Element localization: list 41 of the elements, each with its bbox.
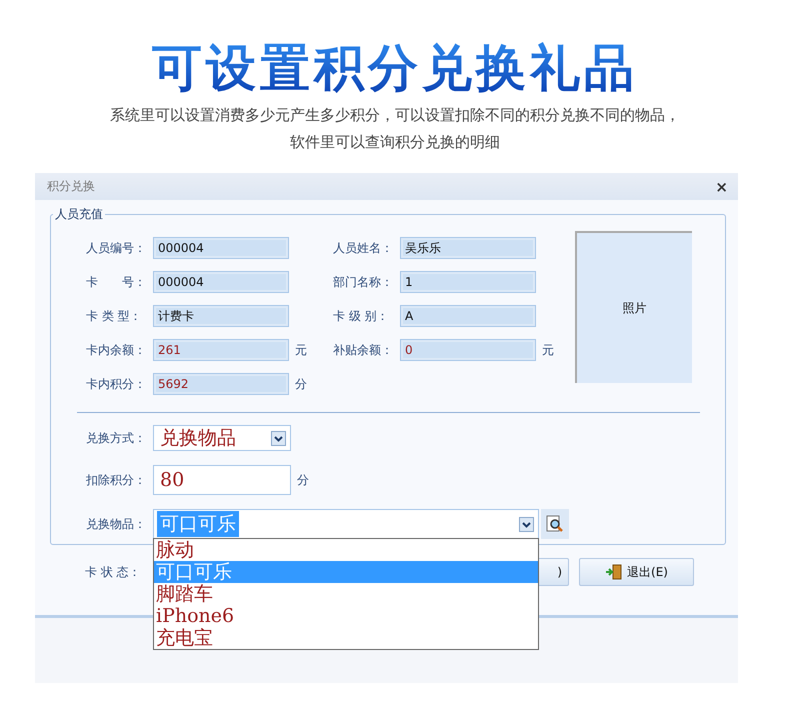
door-icon <box>605 564 624 580</box>
search-button[interactable] <box>541 509 569 539</box>
field-label: 兑换物品： <box>86 516 147 532</box>
close-button[interactable]: × <box>715 178 728 196</box>
unit-label: 分 <box>295 376 307 392</box>
field-label: 卡 号： <box>86 274 147 290</box>
window-title: 积分兑换 <box>47 178 95 195</box>
subtitle: 软件里可以查询积分兑换的明细 <box>290 132 500 153</box>
field-label: 人员编号： <box>86 240 147 256</box>
input-field[interactable]: 吴乐乐 <box>400 237 536 259</box>
unit-label: 元 <box>295 342 307 358</box>
field-label: 扣除积分： <box>86 472 147 488</box>
input-field[interactable]: 计费卡 <box>153 305 289 327</box>
field-label: 人员姓名： <box>333 240 394 256</box>
field-label: 卡 类 型： <box>86 308 143 324</box>
field-label: 卡内余额： <box>86 342 147 358</box>
input-field[interactable]: 0 <box>400 339 536 361</box>
input-field[interactable]: 5692 <box>153 373 289 395</box>
points-field[interactable]: 80 <box>153 465 291 495</box>
unit-label: 分 <box>297 472 309 488</box>
photo-label: 照片 <box>622 300 646 316</box>
field-label: 卡 级 别： <box>333 308 390 324</box>
field-label: 卡 状 态： <box>85 564 142 580</box>
caret-icon <box>271 430 286 446</box>
input-field[interactable]: A <box>400 305 536 327</box>
action-button[interactable]: ) <box>537 558 569 586</box>
input-field[interactable]: 000004 <box>153 271 289 293</box>
input-field[interactable]: 261 <box>153 339 289 361</box>
field-label: 补贴余额： <box>333 342 394 358</box>
group-title: 人员充值 <box>54 206 104 223</box>
field-label: 卡内积分： <box>86 376 147 392</box>
method-select[interactable]: 兑换物品 <box>153 425 291 451</box>
input-field[interactable]: 1 <box>400 271 536 293</box>
exit-button[interactable]: 退出(E) <box>579 558 694 586</box>
unit-label: 元 <box>542 342 554 358</box>
field-label: 部门名称： <box>333 274 394 290</box>
subtitle: 系统里可以设置消费多少元产生多少积分，可以设置扣除不同的积分兑换不同的物品， <box>110 105 680 126</box>
search-icon <box>546 515 564 533</box>
input-field[interactable]: 000004 <box>153 237 289 259</box>
caret-icon <box>519 516 534 532</box>
field-label: 兑换方式： <box>86 430 147 446</box>
